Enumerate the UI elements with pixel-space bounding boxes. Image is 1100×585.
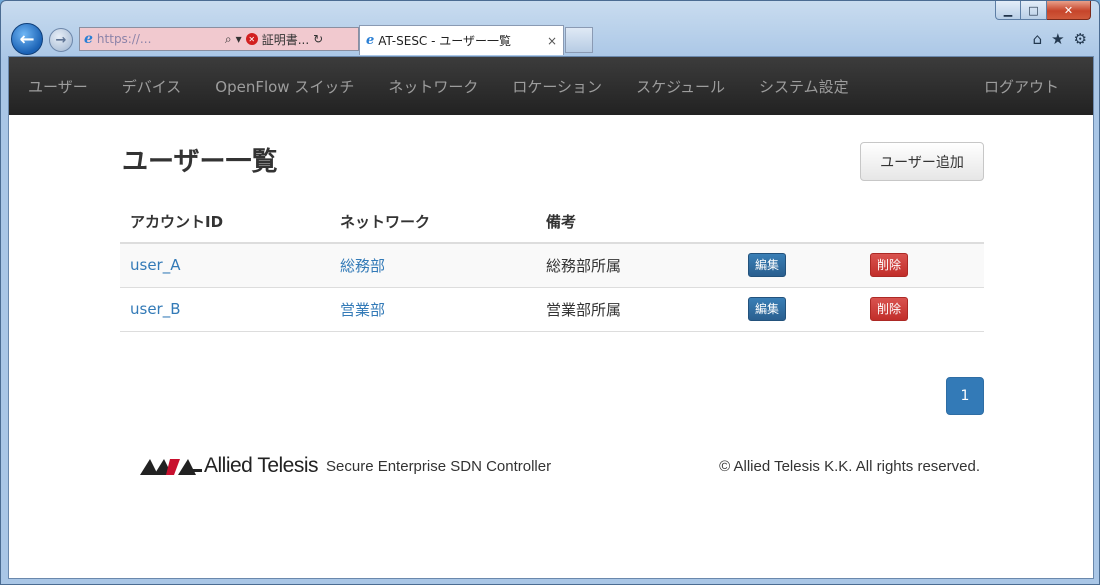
note-cell: 営業部所属 bbox=[536, 287, 738, 332]
edit-button[interactable]: 編集 bbox=[748, 297, 787, 321]
header-edit bbox=[738, 201, 860, 244]
dropdown-icon[interactable]: ▾ bbox=[236, 32, 242, 46]
top-navbar: ユーザー デバイス OpenFlow スイッチ ネットワーク ロケーション スケ… bbox=[9, 57, 1093, 115]
logo-text: Allied Telesis bbox=[204, 454, 319, 477]
header-note: 備考 bbox=[536, 201, 738, 244]
allied-telesis-logo-icon bbox=[140, 459, 202, 475]
ie-tab-icon: e bbox=[366, 33, 375, 48]
table-header-row: アカウントID ネットワーク 備考 bbox=[120, 201, 984, 244]
nav-item-location[interactable]: ロケーション bbox=[512, 76, 602, 97]
delete-button[interactable]: 削除 bbox=[870, 253, 909, 278]
favorites-star-icon[interactable]: ★ bbox=[1051, 30, 1064, 48]
home-icon[interactable]: ⌂ bbox=[1033, 30, 1043, 48]
url-text: https://... bbox=[96, 32, 152, 46]
header-delete bbox=[860, 201, 984, 244]
tools-gear-icon[interactable]: ⚙ bbox=[1074, 30, 1087, 48]
nav-item-network[interactable]: ネットワーク bbox=[388, 76, 478, 97]
tab-current[interactable]: e AT-SESC - ユーザー一覧 × bbox=[359, 25, 564, 55]
ie-logo-icon: e bbox=[84, 31, 93, 47]
forward-button[interactable]: → bbox=[49, 28, 73, 52]
pagination-page-button[interactable]: 1 bbox=[946, 377, 984, 415]
add-user-button[interactable]: ユーザー追加 bbox=[860, 142, 984, 181]
url-field[interactable]: e https://... ⌕ ▾ ✕ 証明書... ↻ bbox=[79, 27, 359, 51]
browser-window: ▁ □ ✕ ← → e https://... ⌕ ▾ ✕ 証明書... ↻ e… bbox=[0, 0, 1100, 585]
address-bar: ← → e https://... ⌕ ▾ ✕ 証明書... ↻ e AT-SE… bbox=[9, 23, 1093, 55]
header-account-id: アカウントID bbox=[120, 201, 330, 244]
page-viewport: ユーザー デバイス OpenFlow スイッチ ネットワーク ロケーション スケ… bbox=[8, 56, 1094, 579]
table-row: user_A 総務部 総務部所属 編集 削除 bbox=[120, 243, 984, 288]
edit-button[interactable]: 編集 bbox=[748, 253, 787, 278]
certificate-label[interactable]: 証明書... bbox=[262, 31, 309, 48]
account-link[interactable]: user_B bbox=[130, 300, 181, 318]
close-window-button[interactable]: ✕ bbox=[1047, 1, 1091, 20]
search-icon[interactable]: ⌕ bbox=[225, 32, 232, 47]
user-table: アカウントID ネットワーク 備考 user_A 総務部 総務部所属 編集 削除 bbox=[120, 201, 984, 332]
header-network: ネットワーク bbox=[330, 201, 536, 244]
refresh-icon[interactable]: ↻ bbox=[313, 32, 323, 46]
nav-item-devices[interactable]: デバイス bbox=[122, 76, 182, 97]
maximize-button[interactable]: □ bbox=[1021, 1, 1047, 20]
account-link[interactable]: user_A bbox=[130, 256, 180, 274]
nav-item-users[interactable]: ユーザー bbox=[28, 76, 88, 97]
certificate-error-icon[interactable]: ✕ bbox=[245, 33, 258, 45]
delete-button[interactable]: 削除 bbox=[870, 297, 909, 321]
network-link[interactable]: 総務部 bbox=[340, 257, 385, 275]
note-cell: 総務部所属 bbox=[536, 243, 738, 288]
window-controls: ▁ □ ✕ bbox=[995, 1, 1091, 21]
nav-item-openflow-switch[interactable]: OpenFlow スイッチ bbox=[215, 76, 354, 97]
tab-close-icon[interactable]: × bbox=[547, 34, 557, 48]
nav-item-system-settings[interactable]: システム設定 bbox=[759, 76, 849, 97]
copyright-text: © Allied Telesis K.K. All rights reserve… bbox=[719, 457, 980, 475]
tab-title: AT-SESC - ユーザー一覧 bbox=[378, 34, 512, 48]
nav-item-schedule[interactable]: スケジュール bbox=[636, 76, 725, 97]
minimize-button[interactable]: ▁ bbox=[995, 1, 1021, 20]
product-name: Secure Enterprise SDN Controller bbox=[326, 457, 552, 475]
page-title: ユーザー一覧 bbox=[122, 147, 278, 177]
back-button[interactable]: ← bbox=[11, 23, 43, 55]
footer: Allied Telesis Secure Enterprise SDN Con… bbox=[140, 451, 980, 481]
allied-telesis-logo: Allied Telesis Secure Enterprise SDN Con… bbox=[140, 454, 551, 478]
logout-link[interactable]: ログアウト bbox=[984, 76, 1059, 97]
new-tab-button[interactable] bbox=[565, 27, 593, 53]
network-link[interactable]: 営業部 bbox=[340, 301, 385, 319]
table-row: user_B 営業部 営業部所属 編集 削除 bbox=[120, 287, 984, 332]
